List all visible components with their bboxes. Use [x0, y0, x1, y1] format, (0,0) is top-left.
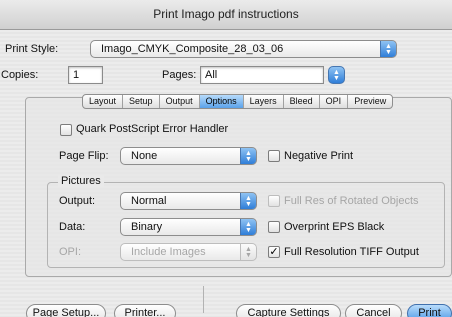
popup-arrows-icon: ▲ ▼: [240, 244, 256, 260]
capture-settings-button[interactable]: Capture Settings: [236, 304, 341, 317]
window-title: Print Imago pdf instructions: [0, 0, 452, 30]
page-flip-value: None: [131, 150, 158, 162]
print-style-value: Imago_CMYK_Composite_28_03_06: [101, 43, 284, 55]
data-popup[interactable]: Binary ▲ ▼: [120, 218, 257, 236]
tab-output[interactable]: Output: [160, 95, 200, 108]
tab-bar: Layout Setup Output Options Layers Bleed…: [82, 94, 394, 109]
output-value: Normal: [131, 195, 167, 207]
negative-print-checkbox[interactable]: [268, 150, 280, 162]
full-res-tiff-checkbox[interactable]: ✓: [268, 246, 280, 258]
opi-value: Include Images: [131, 246, 206, 258]
cancel-button[interactable]: Cancel: [345, 304, 402, 317]
overprint-eps-black-checkbox[interactable]: [268, 221, 280, 233]
popup-arrows-icon: ▲ ▼: [240, 219, 256, 235]
data-value: Binary: [131, 221, 163, 233]
checkmark-icon: ✓: [269, 246, 279, 258]
output-label: Output:: [59, 195, 96, 207]
pictures-group-title: Pictures: [58, 175, 104, 187]
opi-popup[interactable]: Include Images ▲ ▼: [120, 243, 257, 261]
popup-arrows-icon: ▲ ▼: [240, 193, 256, 209]
page-flip-popup[interactable]: None ▲ ▼: [120, 147, 257, 165]
full-res-rotated-label: Full Res of Rotated Objects: [284, 195, 419, 207]
output-popup[interactable]: Normal ▲ ▼: [120, 192, 257, 210]
tab-setup[interactable]: Setup: [123, 95, 160, 108]
page-flip-label: Page Flip:: [59, 150, 109, 162]
negative-print-label: Negative Print: [284, 150, 354, 162]
tab-layout[interactable]: Layout: [83, 95, 124, 108]
tab-layers[interactable]: Layers: [244, 95, 284, 108]
printer-button[interactable]: Printer...: [114, 304, 176, 317]
full-res-tiff-label: Full Resolution TIFF Output: [284, 246, 419, 258]
popup-arrows-icon: ▲ ▼: [380, 41, 396, 57]
data-label: Data:: [59, 221, 86, 233]
print-style-label: Print Style:: [5, 43, 59, 55]
quark-error-handler-label: Quark PostScript Error Handler: [76, 123, 229, 135]
tab-opi[interactable]: OPI: [320, 95, 349, 108]
pages-field[interactable]: All: [200, 66, 324, 84]
pages-popup-button[interactable]: ▲ ▼: [328, 66, 345, 84]
pages-label: Pages:: [162, 69, 197, 81]
overprint-eps-black-label: Overprint EPS Black: [284, 221, 385, 233]
opi-label: OPI:: [59, 246, 82, 258]
print-button[interactable]: Print: [407, 304, 452, 317]
copies-label: Copies:: [1, 69, 39, 81]
page-setup-button[interactable]: Page Setup...: [26, 304, 106, 317]
copies-field[interactable]: 1: [68, 66, 103, 84]
popup-arrows-icon: ▲ ▼: [240, 148, 256, 164]
full-res-rotated-checkbox[interactable]: [268, 195, 280, 207]
button-divider: [203, 286, 204, 313]
print-style-popup[interactable]: Imago_CMYK_Composite_28_03_06 ▲ ▼: [90, 40, 397, 58]
tab-preview[interactable]: Preview: [348, 95, 392, 108]
tab-bleed[interactable]: Bleed: [284, 95, 320, 108]
quark-error-handler-checkbox[interactable]: [60, 124, 72, 136]
tab-options[interactable]: Options: [199, 95, 244, 108]
